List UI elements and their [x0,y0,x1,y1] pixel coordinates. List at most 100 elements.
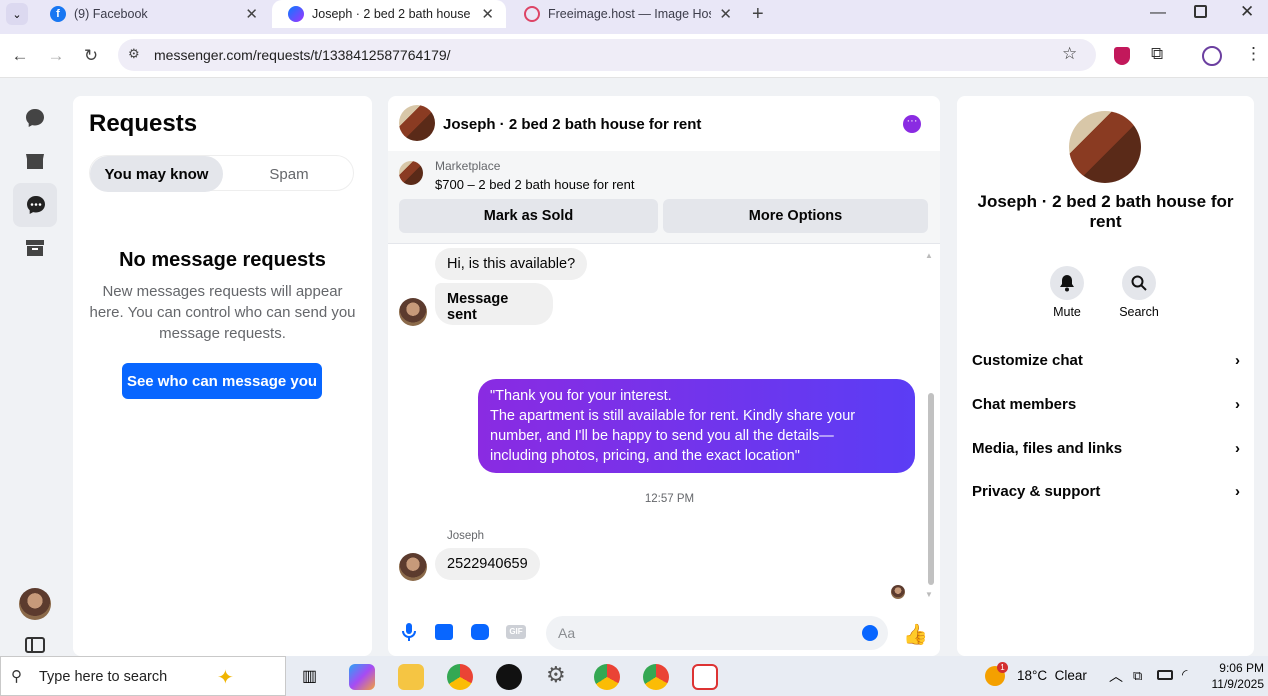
taskbar-search[interactable]: ⚲ Type here to search ✦ [0,656,286,696]
url-text[interactable]: messenger.com/requests/t/133841258776417… [154,47,451,63]
bell-icon [1060,275,1074,292]
see-who-can-message-button[interactable]: See who can message you [122,363,322,399]
tab-freeimage[interactable]: Freeimage.host — Image Hosting ✕ [508,0,744,28]
more-options-icon[interactable]: ··· [903,115,921,133]
tab-spam[interactable]: Spam [223,156,355,192]
forward-icon[interactable]: → [44,44,68,68]
chrome-icon[interactable] [447,664,473,690]
task-view-icon[interactable]: ▥ [302,666,317,686]
tab-you-may-know[interactable]: You may know [90,156,223,192]
marketplace-label: Marketplace [435,159,501,173]
profile-icon[interactable] [1202,46,1222,66]
site-info-icon[interactable]: ⚙ [128,46,140,62]
message-line: including photos, pricing, and the exact… [490,448,800,464]
reload-icon[interactable]: ↻ [79,44,103,68]
close-icon[interactable]: ✕ [481,5,494,23]
message-incoming: Hi, is this available? [435,248,588,280]
emoji-icon[interactable] [862,625,878,641]
empty-title: No message requests [119,249,326,271]
scroll-up-icon[interactable]: ▲ [925,251,933,260]
customize-chat-row[interactable]: Customize chat › [972,340,1240,380]
listing-title[interactable]: $700 – 2 bed 2 bath house for rent [435,177,635,192]
sparkle-icon: ✦ [217,667,234,689]
microphone-icon[interactable] [401,622,417,647]
battery-icon[interactable] [1157,670,1173,680]
requests-tabs: You may know Spam [89,155,355,192]
mark-as-sold-button[interactable]: Mark as Sold [399,199,658,233]
user-avatar[interactable] [19,588,51,620]
scrollbar-thumb[interactable] [928,393,934,585]
sender-avatar[interactable] [399,553,427,581]
search-icon: ⚲ [11,668,22,685]
mute-label: Mute [1053,305,1081,319]
copilot-icon[interactable] [349,664,375,690]
weather-text[interactable]: 18°C Clear [1017,668,1087,683]
close-icon[interactable]: ✕ [245,5,258,23]
empty-description: New messages requests will appear here. … [73,281,372,344]
message-incoming: Message sent [435,283,553,325]
search-button[interactable] [1122,266,1156,300]
image-icon[interactable] [435,624,453,640]
browser-tab-bar: ⌄ f (9) Facebook ✕ Joseph · 2 bed 2 bath… [0,0,1268,34]
message-input[interactable]: Aa [546,616,888,650]
chevron-right-icon: › [1235,351,1240,369]
chrome-profile-icon[interactable] [643,664,669,690]
close-icon[interactable]: ✕ [719,5,732,23]
wifi-icon[interactable]: ◜ [1182,666,1187,683]
clock[interactable]: 9:06 PM 11/9/2025 [1200,660,1265,692]
address-bar[interactable]: ⚙ messenger.com/requests/t/1338412587764… [118,39,1096,71]
requests-icon [25,194,47,221]
back-icon[interactable]: ← [8,44,32,68]
shield-extension-icon[interactable] [1114,47,1130,65]
tab-label: (9) Facebook [74,7,148,21]
privacy-support-row[interactable]: Privacy & support › [972,471,1240,511]
settings-icon[interactable]: ⚙ [546,662,566,688]
tab-facebook[interactable]: f (9) Facebook ✕ [34,0,270,28]
meet-icon[interactable]: ⧉ [1133,668,1142,684]
sticker-icon[interactable] [471,624,489,640]
media-files-links-row[interactable]: Media, files and links › [972,428,1240,468]
close-window-icon[interactable]: ✕ [1240,2,1254,22]
app-icon[interactable] [692,664,718,690]
weather-badge: 1 [997,662,1008,673]
puzzle-icon[interactable]: ⧉ [1151,44,1163,64]
search-icon [1131,275,1147,291]
chrome-profile-icon[interactable] [594,664,620,690]
gif-icon[interactable]: GIF [506,625,526,639]
sender-avatar[interactable] [399,298,427,326]
chrome-profile-icon[interactable] [496,664,522,690]
chat-panel: Joseph · 2 bed 2 bath house for rent ···… [388,96,940,656]
minimize-icon[interactable]: — [1150,4,1166,22]
message-placeholder: Aa [558,625,576,641]
marketplace-icon[interactable] [20,146,50,176]
tab-label: Joseph · 2 bed 2 bath house for rent [312,7,473,21]
archive-icon[interactable] [20,233,50,263]
sidebar-toggle-icon[interactable] [25,637,45,653]
tab-list-icon[interactable]: ⌄ [6,3,28,25]
menu-label: Media, files and links [972,439,1123,457]
new-tab-icon[interactable]: + [752,3,764,26]
tab-messenger[interactable]: Joseph · 2 bed 2 bath house for rent ✕ [272,0,506,28]
menu-label: Chat members [972,395,1077,413]
chat-members-row[interactable]: Chat members › [972,384,1240,424]
restore-icon[interactable] [1194,5,1207,18]
mute-button[interactable] [1050,266,1084,300]
chat-avatar[interactable] [399,105,435,141]
thumbs-up-icon[interactable]: 👍 [903,622,928,647]
chats-icon[interactable] [20,103,50,133]
chevron-up-icon[interactable]: ︿ [1109,666,1123,686]
name-line: Joseph · 2 bed 2 bath house for [977,192,1234,211]
scroll-down-icon[interactable]: ▼ [925,590,933,599]
marketplace-banner: Marketplace $700 – 2 bed 2 bath house fo… [388,151,940,244]
tab-label: Freeimage.host — Image Hosting [548,7,711,21]
listing-thumbnail [399,161,423,185]
menu-dots-icon[interactable]: ⋮ [1245,44,1262,64]
requests-tab[interactable] [13,183,57,227]
star-icon[interactable]: ☆ [1062,44,1077,64]
chat-header-name[interactable]: Joseph · 2 bed 2 bath house for rent [443,116,701,133]
file-explorer-icon[interactable] [398,664,424,690]
more-options-button[interactable]: More Options [663,199,928,233]
taskbar: ⚲ Type here to search ✦ ▥ ⚙ 1 18°C Clear… [0,656,1268,696]
taskbar-search-placeholder: Type here to search [39,669,168,685]
chat-info-avatar[interactable] [1069,111,1141,183]
